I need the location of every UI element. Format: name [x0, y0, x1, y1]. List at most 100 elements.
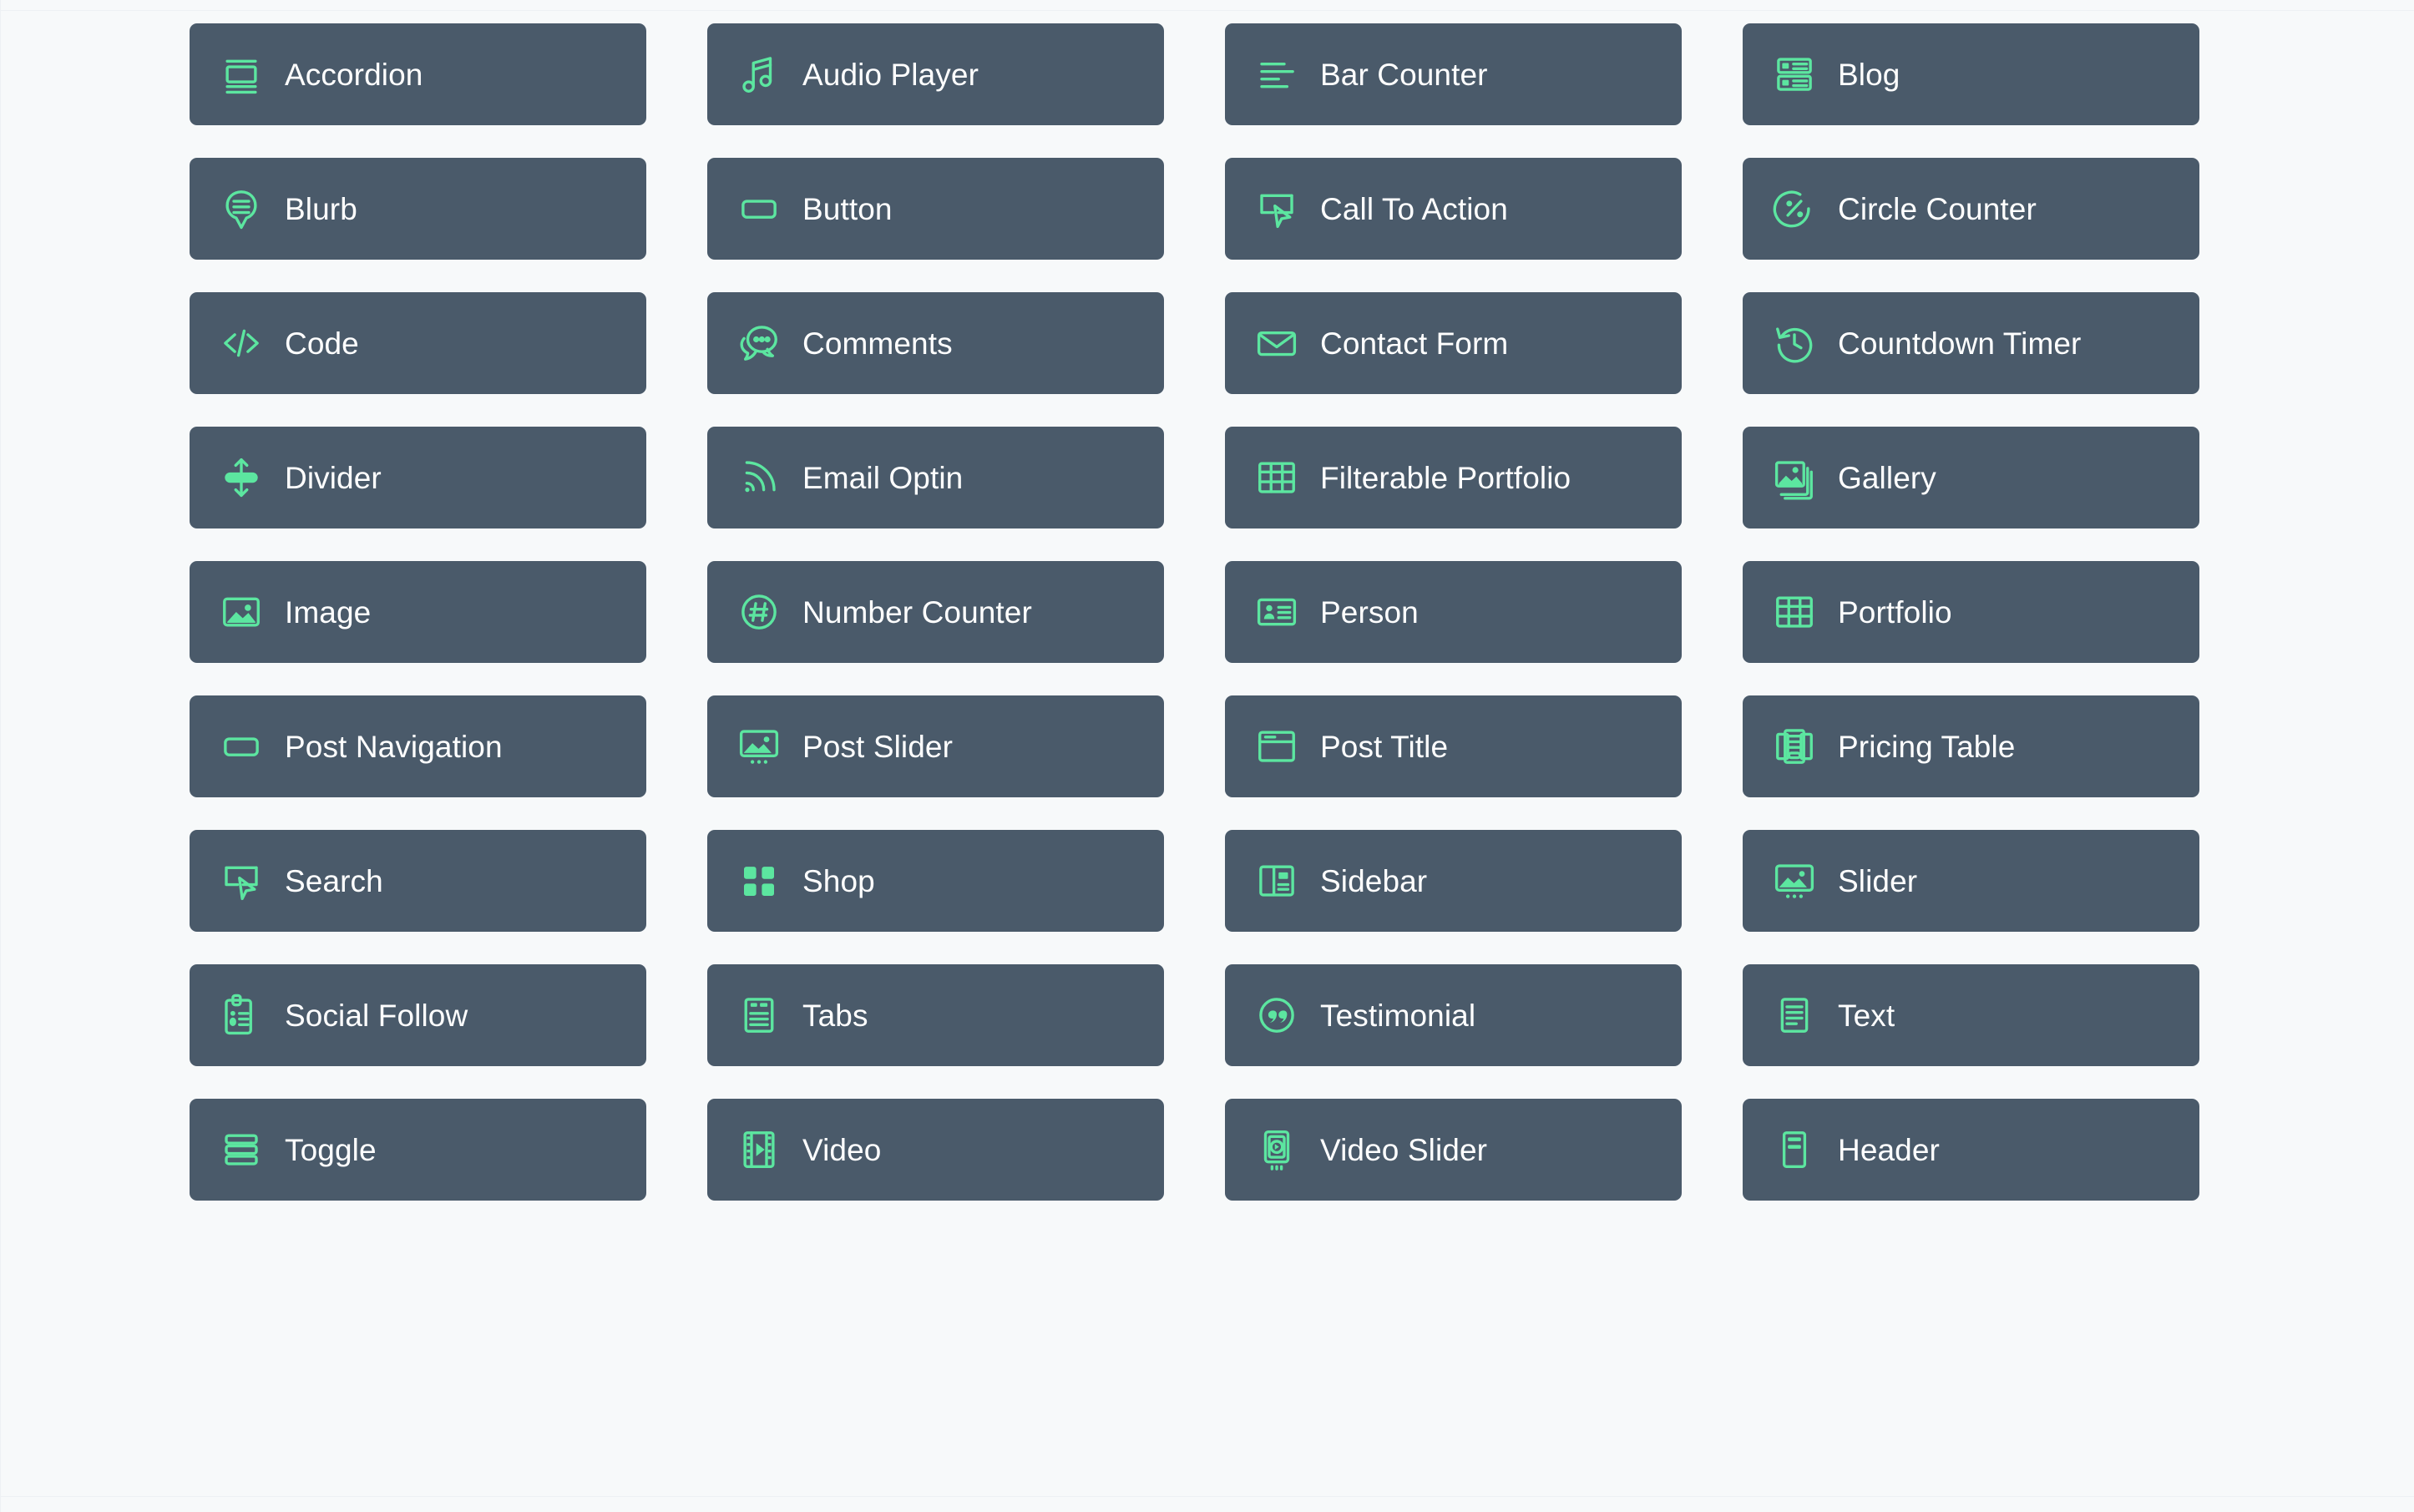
grid-table-icon — [1769, 587, 1819, 637]
module-label: Code — [285, 326, 359, 361]
module-label: Email Optin — [802, 460, 964, 495]
module-card-post-title[interactable]: Post Title — [1225, 695, 1682, 797]
module-card-post-slider[interactable]: Post Slider — [707, 695, 1164, 797]
module-label: Audio Player — [802, 57, 979, 92]
envelope-icon — [1252, 318, 1302, 368]
module-card-blurb[interactable]: Blurb — [190, 158, 646, 260]
film-play-icon — [734, 1125, 784, 1175]
module-label: Search — [285, 863, 383, 898]
module-label: Button — [802, 191, 893, 226]
rss-signal-icon — [734, 453, 784, 503]
module-label: Comments — [802, 326, 953, 361]
module-card-code[interactable]: Code — [190, 292, 646, 394]
left-edge-rule — [0, 0, 1, 1512]
module-card-number-counter[interactable]: Number Counter — [707, 561, 1164, 663]
image-slider-icon — [734, 721, 784, 771]
module-label: Post Navigation — [285, 729, 503, 764]
module-card-text[interactable]: Text — [1743, 964, 2199, 1066]
header-block-icon — [1769, 1125, 1819, 1175]
module-card-accordion[interactable]: Accordion — [190, 23, 646, 125]
module-card-blog[interactable]: Blog — [1743, 23, 2199, 125]
chat-bubbles-icon — [734, 318, 784, 368]
module-card-sidebar[interactable]: Sidebar — [1225, 830, 1682, 932]
music-note-icon — [734, 49, 784, 99]
module-card-call-to-action[interactable]: Call To Action — [1225, 158, 1682, 260]
cursor-click-box-icon — [216, 856, 266, 906]
vertical-arrows-bar-icon — [216, 453, 266, 503]
module-card-header[interactable]: Header — [1743, 1099, 2199, 1201]
module-label: Slider — [1838, 863, 1918, 898]
module-card-divider[interactable]: Divider — [190, 427, 646, 528]
speech-pin-icon — [216, 184, 266, 234]
stacked-bars-icon — [216, 1125, 266, 1175]
clipboard-people-icon — [216, 990, 266, 1040]
module-label: Circle Counter — [1838, 191, 2037, 226]
module-card-social-follow[interactable]: Social Follow — [190, 964, 646, 1066]
module-card-shop[interactable]: Shop — [707, 830, 1164, 932]
video-slider-icon — [1252, 1125, 1302, 1175]
module-label: Accordion — [285, 57, 423, 92]
module-card-testimonial[interactable]: Testimonial — [1225, 964, 1682, 1066]
module-card-image[interactable]: Image — [190, 561, 646, 663]
blog-list-icon — [1769, 49, 1819, 99]
rounded-rectangle-icon — [734, 184, 784, 234]
tabbed-document-icon — [734, 990, 784, 1040]
module-card-video[interactable]: Video — [707, 1099, 1164, 1201]
module-card-bar-counter[interactable]: Bar Counter — [1225, 23, 1682, 125]
module-card-person[interactable]: Person — [1225, 561, 1682, 663]
rounded-rectangle-icon — [216, 721, 266, 771]
module-card-post-navigation[interactable]: Post Navigation — [190, 695, 646, 797]
module-card-pricing-table[interactable]: Pricing Table — [1743, 695, 2199, 797]
cursor-click-box-icon — [1252, 184, 1302, 234]
module-label: Testimonial — [1320, 998, 1476, 1033]
module-label: Toggle — [285, 1132, 377, 1167]
module-card-gallery[interactable]: Gallery — [1743, 427, 2199, 528]
module-label: Bar Counter — [1320, 57, 1488, 92]
sidebar-layout-icon — [1252, 856, 1302, 906]
module-label: Pricing Table — [1838, 729, 2016, 764]
module-card-button[interactable]: Button — [707, 158, 1164, 260]
module-label: Shop — [802, 863, 875, 898]
module-label: Video Slider — [1320, 1132, 1488, 1167]
module-label: Call To Action — [1320, 191, 1508, 226]
module-card-audio-player[interactable]: Audio Player — [707, 23, 1164, 125]
module-label: Blurb — [285, 191, 357, 226]
image-slider-icon — [1769, 856, 1819, 906]
module-label: Contact Form — [1320, 326, 1509, 361]
module-card-slider[interactable]: Slider — [1743, 830, 2199, 932]
module-card-portfolio[interactable]: Portfolio — [1743, 561, 2199, 663]
pricing-sheets-icon — [1769, 721, 1819, 771]
module-label: Sidebar — [1320, 863, 1428, 898]
module-card-comments[interactable]: Comments — [707, 292, 1164, 394]
module-label: Social Follow — [285, 998, 468, 1033]
module-card-search[interactable]: Search — [190, 830, 646, 932]
image-icon — [216, 587, 266, 637]
id-card-icon — [1252, 587, 1302, 637]
module-label: Countdown Timer — [1838, 326, 2082, 361]
module-label: Portfolio — [1838, 594, 1952, 630]
module-label: Gallery — [1838, 460, 1936, 495]
module-label: Header — [1838, 1132, 1940, 1167]
clock-rewind-icon — [1769, 318, 1819, 368]
module-card-video-slider[interactable]: Video Slider — [1225, 1099, 1682, 1201]
module-card-email-optin[interactable]: Email Optin — [707, 427, 1164, 528]
module-grid: Accordion Audio Player Bar Counter Blog Blur… — [190, 23, 2199, 1201]
module-card-countdown-timer[interactable]: Countdown Timer — [1743, 292, 2199, 394]
top-divider-rule — [0, 10, 2414, 11]
module-label: Filterable Portfolio — [1320, 460, 1571, 495]
module-card-filterable-portfolio[interactable]: Filterable Portfolio — [1225, 427, 1682, 528]
module-card-contact-form[interactable]: Contact Form — [1225, 292, 1682, 394]
code-brackets-icon — [216, 318, 266, 368]
module-label: Number Counter — [802, 594, 1032, 630]
quote-circle-icon — [1252, 990, 1302, 1040]
accordion-icon — [216, 49, 266, 99]
module-label: Person — [1320, 594, 1419, 630]
module-card-circle-counter[interactable]: Circle Counter — [1743, 158, 2199, 260]
module-card-tabs[interactable]: Tabs — [707, 964, 1164, 1066]
percent-circle-icon — [1769, 184, 1819, 234]
module-label: Post Slider — [802, 729, 954, 764]
grid-table-icon — [1252, 453, 1302, 503]
module-label: Divider — [285, 460, 382, 495]
module-card-toggle[interactable]: Toggle — [190, 1099, 646, 1201]
module-label: Tabs — [802, 998, 868, 1033]
